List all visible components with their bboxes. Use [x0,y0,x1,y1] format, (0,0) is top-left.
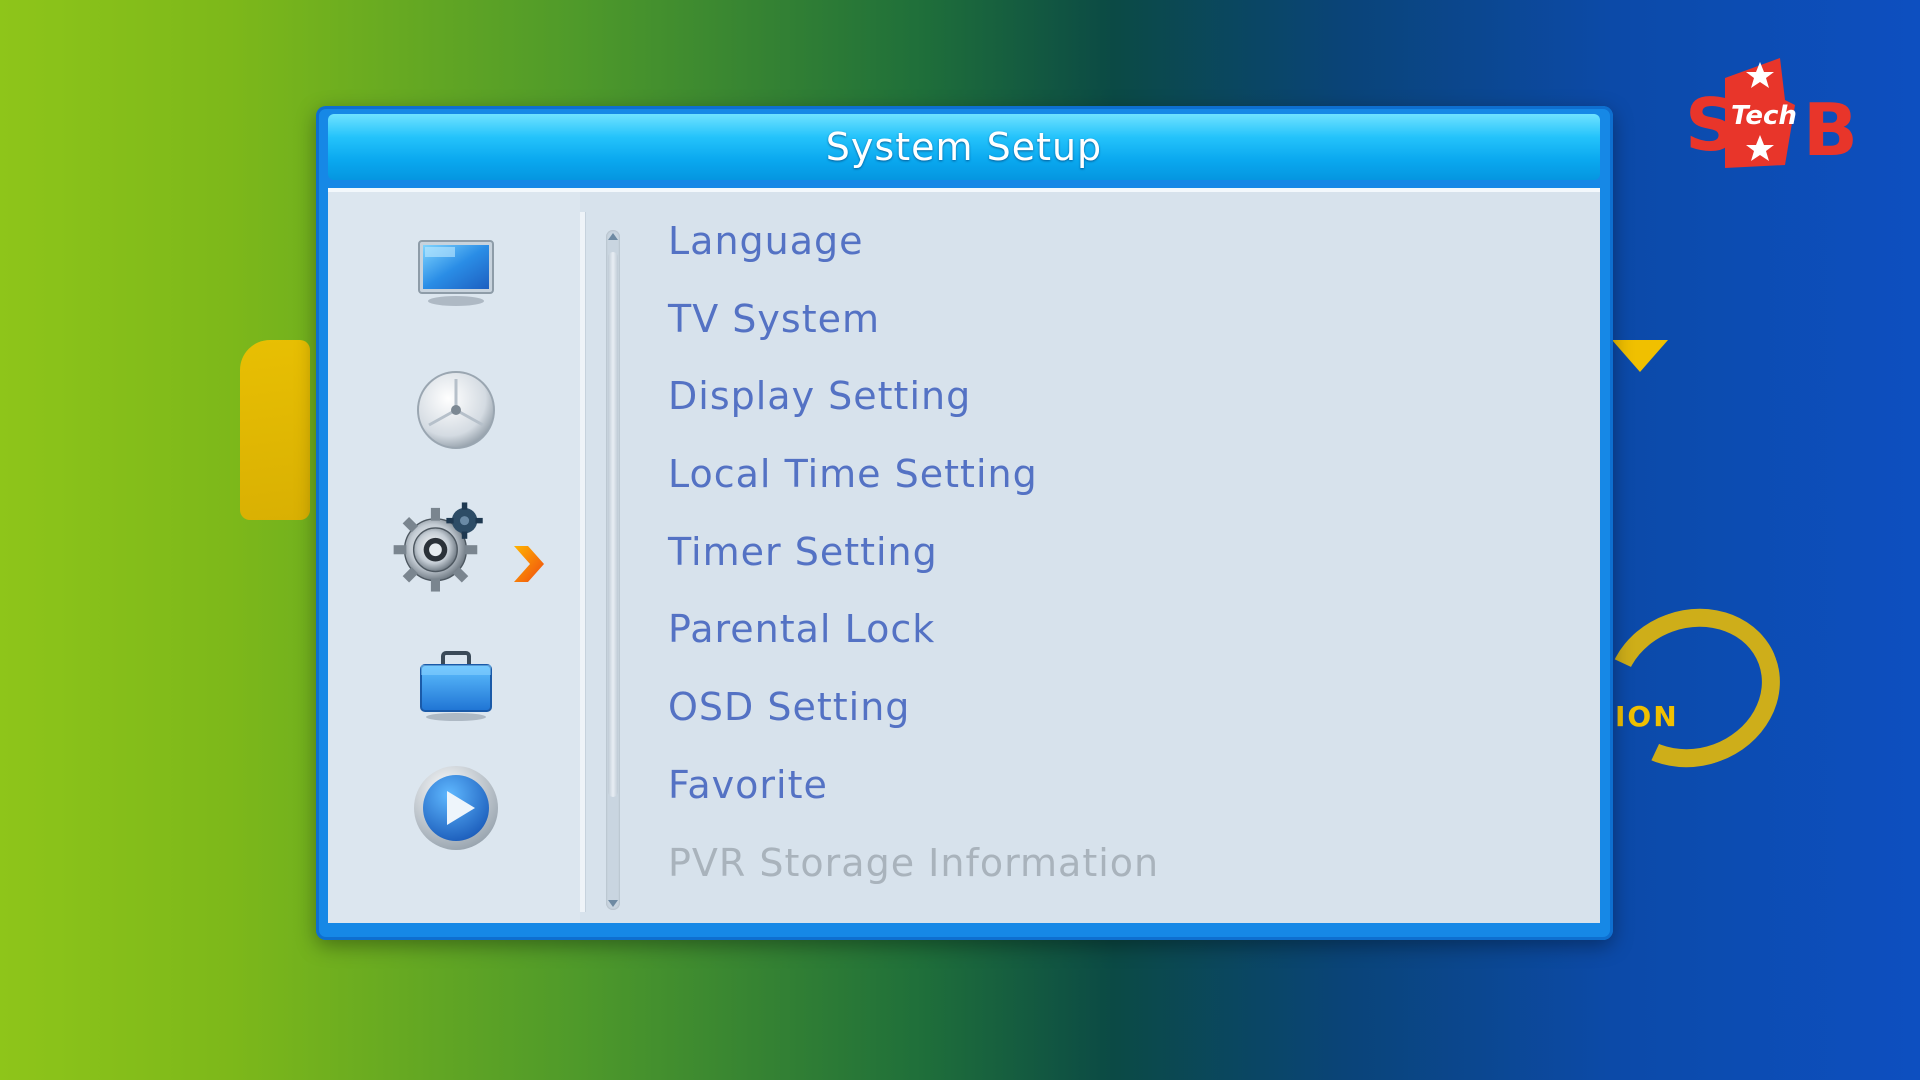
tv-icon[interactable] [406,222,506,322]
chevron-right-icon [508,542,548,586]
background-logo-fragment [1612,340,1668,372]
menu-item-osd-setting[interactable]: OSD Setting [668,672,1568,750]
menu-item-tv-system[interactable]: TV System [668,284,1568,362]
scroll-up-arrow[interactable] [608,233,618,240]
menu-scrollbar[interactable] [606,230,620,910]
menu-item-local-time-setting[interactable]: Local Time Setting [668,439,1568,517]
menu-item-display-setting[interactable]: Display Setting [668,361,1568,439]
menu-item-language[interactable]: Language [668,206,1568,284]
background-logo-fragment [1583,584,1803,792]
play-icon[interactable] [406,760,506,860]
dialog-title: System Setup [328,114,1600,180]
menu-item-parental-lock[interactable]: Parental Lock [668,594,1568,672]
toolbox-icon[interactable] [406,632,506,732]
channel-logo-text: Tech [1731,101,1797,131]
dialog-content: Language TV System Display Setting Local… [328,188,1600,923]
menu-item-favorite[interactable]: Favorite [668,750,1568,828]
satellite-dish-icon[interactable] [406,360,506,460]
background-logo-fragment [240,340,310,520]
sidebar-divider [580,212,586,912]
scrollbar-thumb[interactable] [608,252,618,797]
system-setup-dialog: System Setup Language TV System Display … [316,106,1613,940]
menu-item-pvr-storage-information: PVR Storage Information [668,840,1160,885]
menu-item-timer-setting[interactable]: Timer Setting [668,517,1568,595]
setup-menu-list: Language TV System Display Setting Local… [668,206,1568,905]
background-logo-text: ION [1615,700,1679,733]
gear-icon[interactable] [390,497,490,597]
channel-logo: S B Tech [1685,50,1858,175]
svg-text:B: B [1803,88,1855,172]
scroll-down-arrow[interactable] [608,900,618,907]
category-sidebar [328,192,580,923]
